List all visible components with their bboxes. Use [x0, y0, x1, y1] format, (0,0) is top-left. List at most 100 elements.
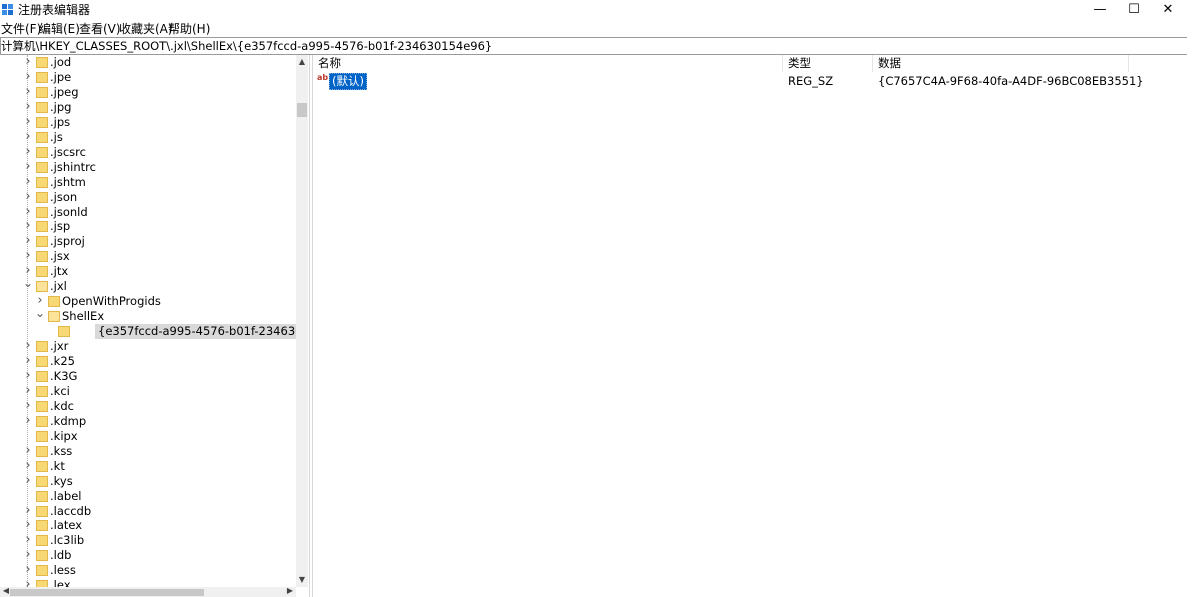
chevron-right-icon[interactable]: › [23, 398, 33, 414]
chevron-right-icon[interactable]: › [23, 383, 33, 399]
tree-node[interactable]: › .K3G [0, 368, 296, 384]
menu-favorites[interactable]: 收藏夹(A) [119, 22, 173, 36]
tree-node[interactable]: › .latex [0, 518, 296, 533]
chevron-right-icon[interactable]: › [23, 69, 33, 85]
tree-node[interactable]: › .kci [0, 383, 296, 399]
chevron-right-icon[interactable]: › [23, 55, 33, 70]
chevron-right-icon[interactable]: › [23, 159, 33, 175]
menu-file[interactable]: 文件(F) [1, 22, 41, 36]
chevron-right-icon[interactable]: › [23, 129, 33, 145]
tree-node-label[interactable]: .jsonld [50, 205, 88, 220]
tree-node[interactable]: .label [0, 489, 296, 504]
chevron-right-icon[interactable]: › [23, 458, 33, 474]
tree-node-label[interactable]: .jxl [50, 279, 67, 294]
tree-node-label[interactable]: ShellEx [62, 309, 104, 324]
chevron-right-icon[interactable]: › [23, 413, 33, 429]
tree-node-label[interactable]: .latex [50, 518, 82, 533]
menu-edit[interactable]: 编辑(E) [39, 22, 80, 36]
tree-node-label[interactable]: .lc3lib [50, 533, 84, 548]
chevron-right-icon[interactable]: › [23, 578, 33, 587]
column-header-name[interactable]: 名称 [313, 55, 783, 72]
tree-node[interactable]: › .jsonld [0, 204, 296, 220]
chevron-right-icon[interactable]: › [23, 249, 33, 264]
column-header-data[interactable]: 数据 [873, 55, 1129, 72]
tree-node-label[interactable]: .K3G [50, 369, 77, 384]
tree-node[interactable]: › .json [0, 189, 296, 205]
scroll-up-icon[interactable]: ▲ [296, 55, 308, 69]
chevron-right-icon[interactable]: › [23, 533, 33, 548]
tree-node[interactable]: › .jod [0, 55, 296, 70]
tree-node[interactable]: › .jshtm [0, 174, 296, 190]
tree-node[interactable]: › .kys [0, 473, 296, 489]
column-header-type[interactable]: 类型 [783, 55, 873, 72]
tree-node-label[interactable]: .kdmp [50, 414, 86, 429]
chevron-down-icon[interactable]: ⌄ [35, 307, 45, 324]
tree-node[interactable]: › .k25 [0, 354, 296, 369]
tree-node[interactable]: › .ldb [0, 548, 296, 563]
tree-node-label[interactable]: .k25 [50, 354, 75, 369]
key-tree[interactable]: › .jod › .jpe › .jpeg › .jpg › .jps › .js › .jscsrc ›.… [0, 55, 296, 587]
chevron-right-icon[interactable]: › [23, 174, 33, 190]
tree-node[interactable]: › .kdmp [0, 413, 296, 429]
tree-node[interactable]: › .less [0, 563, 296, 578]
tree-node-label[interactable]: .jsproj [50, 234, 85, 249]
chevron-right-icon[interactable]: › [23, 234, 33, 249]
tree-node[interactable]: › .jpe [0, 69, 296, 85]
tree-node-label[interactable]: .jscsrc [50, 145, 86, 160]
tree-node-label[interactable]: .jod [50, 55, 71, 70]
tree-node-label[interactable]: .jtx [50, 264, 68, 279]
tree-node[interactable]: › .jshintrc [0, 159, 296, 175]
tree-node[interactable]: › .jpg [0, 99, 296, 115]
tree-node-label[interactable]: .js [50, 130, 63, 145]
scroll-down-icon[interactable]: ▼ [296, 573, 308, 587]
value-list[interactable]: 名称 类型 数据 ab (默认) REG_SZ {C7657C4A-9F68-4… [313, 55, 1192, 597]
tree-node[interactable]: › .jpeg [0, 84, 296, 100]
chevron-right-icon[interactable]: › [23, 354, 33, 369]
tree-node-label[interactable]: .less [50, 563, 76, 578]
address-path[interactable]: 计算机\HKEY_CLASSES_ROOT\.jxl\ShellEx\{e357… [1, 39, 492, 53]
tree-node-label[interactable]: .kipx [50, 429, 78, 444]
tree-node-label[interactable]: .kys [50, 474, 73, 489]
tree-node-label[interactable]: .kci [50, 384, 70, 399]
tree-node[interactable]: ⌄ .jxl [0, 277, 296, 294]
chevron-right-icon[interactable]: › [23, 219, 33, 234]
chevron-right-icon[interactable]: › [23, 443, 33, 459]
tree-node[interactable]: › .jxr [0, 339, 296, 354]
chevron-right-icon[interactable]: › [23, 84, 33, 100]
tree-node-label[interactable]: .jshtm [50, 175, 86, 190]
close-button[interactable]: ✕ [1151, 0, 1185, 21]
tree-node[interactable]: ⌄ ShellEx [0, 307, 296, 324]
tree-node-label[interactable]: .jsp [50, 219, 70, 234]
tree-node[interactable]: {e357fccd-a995-4576-b01f-234630154e96} [0, 324, 296, 340]
tree-node-label[interactable]: {e357fccd-a995-4576-b01f-234630154e96} [95, 324, 296, 340]
chevron-right-icon[interactable]: › [23, 368, 33, 384]
maximize-button[interactable]: ☐ [1117, 0, 1151, 21]
menu-view[interactable]: 查看(V) [79, 22, 121, 36]
chevron-right-icon[interactable]: › [23, 503, 33, 519]
tree-node-label[interactable]: .jps [50, 115, 70, 130]
tree-node[interactable]: › .jtx [0, 264, 296, 279]
tree-node-label[interactable]: .jxr [50, 339, 68, 354]
tree-node-label[interactable]: .jshintrc [50, 160, 96, 175]
scroll-thumb[interactable] [297, 103, 307, 117]
chevron-down-icon[interactable]: ⌄ [23, 277, 33, 294]
chevron-right-icon[interactable]: › [23, 339, 33, 354]
chevron-right-icon[interactable]: › [23, 114, 33, 130]
tree-node-label[interactable]: .jpeg [50, 85, 79, 100]
address-bar[interactable]: 计算机\HKEY_CLASSES_ROOT\.jxl\ShellEx\{e357… [0, 37, 1187, 55]
tree-node-label[interactable]: OpenWithProgids [62, 294, 161, 309]
tree-node[interactable]: › .jps [0, 114, 296, 130]
tree-node-label[interactable]: .kt [50, 459, 65, 474]
tree-vertical-scrollbar[interactable]: ▲ ▼ [296, 55, 308, 587]
tree-node-label[interactable]: .lex [50, 578, 71, 587]
tree-node[interactable]: › .jsx [0, 249, 296, 264]
tree-node-label[interactable]: .jpe [50, 70, 71, 85]
tree-node-label[interactable]: .kdc [50, 399, 74, 414]
tree-node[interactable]: › .lc3lib [0, 533, 296, 548]
chevron-right-icon[interactable]: › [23, 144, 33, 160]
menu-help[interactable]: 帮助(H) [168, 22, 210, 36]
chevron-right-icon[interactable]: › [23, 563, 33, 578]
tree-node[interactable]: › .js [0, 129, 296, 145]
tree-horizontal-scrollbar[interactable]: ◀ ▶ [0, 586, 296, 597]
tree-node[interactable]: .kipx [0, 429, 296, 444]
